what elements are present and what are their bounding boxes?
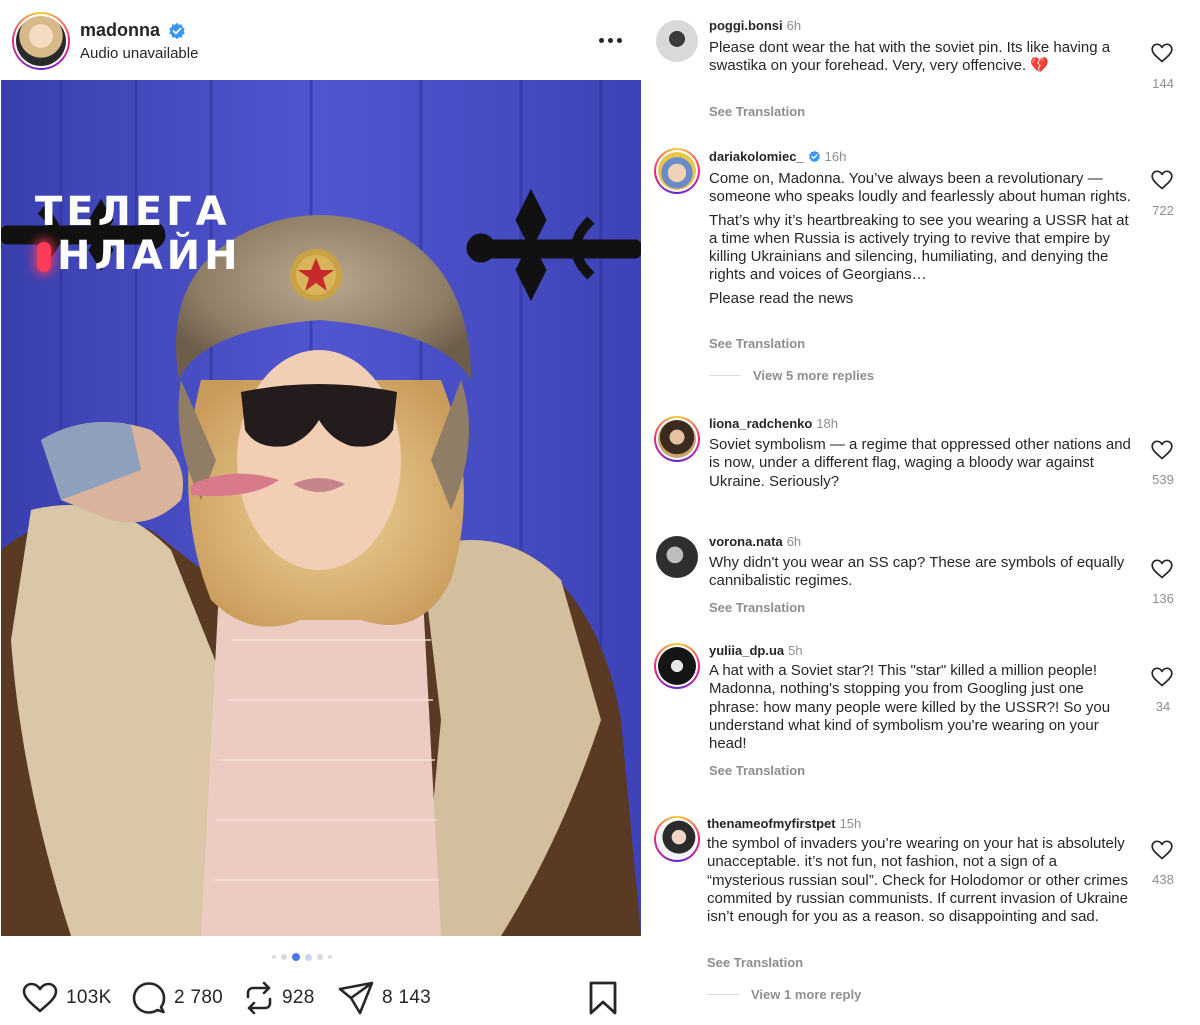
comment-text: A hat with a Soviet star?! This "star" k… [709,662,1111,753]
carousel-dot [305,953,312,961]
carousel-dot-active [292,953,300,961]
author-avatar[interactable] [12,12,70,70]
commenter-avatar[interactable] [654,643,700,689]
comment-time: 5h [788,643,803,658]
comment-time: 18h [816,416,839,431]
watermark-line-2: НЛАЙН [57,233,242,279]
post-actions: 103K 2 780 928 8 143 [20,978,630,1018]
watermark: ТЕЛЕГА НЛАЙН [35,192,238,282]
heart-icon [1151,170,1173,190]
carousel-dot [281,954,287,960]
share-count: 8 143 [382,987,432,1008]
view-replies-link[interactable]: View 1 more reply [707,986,861,1002]
post-header: madonna Audio unavailable [0,0,642,80]
comment-like-count: 539 [1152,472,1174,487]
bookmark-icon [589,981,617,1015]
carousel-dot [272,955,276,959]
comment-text: Please dont wear the hat with the soviet… [709,39,1111,75]
heart-icon [1151,667,1173,687]
heart-icon [1151,43,1173,63]
author-username[interactable]: madonna [80,20,160,41]
repost-button[interactable]: 928 [244,978,315,1018]
comment-username[interactable]: poggi.bonsi 6h [709,18,801,33]
heart-icon [1151,559,1173,579]
comment-like-count: 144 [1152,76,1174,91]
comment-like-button[interactable] [1148,43,1176,69]
carousel-indicator [272,952,332,962]
comment-username[interactable]: yuliia_dp.ua 5h [709,643,803,658]
comment-username[interactable]: liona_radchenko 18h [709,416,838,431]
comment-icon [132,982,166,1014]
commenter-avatar[interactable] [654,416,700,462]
commenter-avatar[interactable] [654,18,700,64]
comment-like-button[interactable] [1148,840,1176,866]
comment-paragraph: Come on, Madonna. You’ve always been a r… [709,170,1131,206]
comment-count: 2 780 [174,987,224,1008]
comment-text: Soviet symbolism — a regime that oppress… [709,436,1131,490]
comment-like-button[interactable] [1148,440,1176,466]
share-button[interactable]: 8 143 [338,978,431,1018]
comment-like-button[interactable] [1148,170,1176,196]
comment-text: Come on, Madonna. You’ve always been a r… [709,170,1134,308]
audio-status: Audio unavailable [80,45,199,62]
carousel-dot [328,955,332,959]
comment-time: 6h [786,534,802,549]
comment-username[interactable]: dariakolomiec_ 16h [709,149,846,164]
repost-icon [246,981,272,1015]
view-replies-link[interactable]: View 5 more replies [709,367,874,383]
comment-paragraph: That’s why it’s heartbreaking to see you… [709,211,1129,284]
comments-panel: poggi.bonsi 6h Please dont wear the hat w… [642,0,1200,1025]
comment-like-count: 438 [1152,872,1174,887]
comment-like-count: 722 [1152,203,1174,218]
like-button[interactable]: 103K [22,978,112,1018]
see-translation-link[interactable]: See Translation [709,336,805,351]
see-translation-link[interactable]: See Translation [709,600,805,615]
more-options-icon[interactable] [590,24,630,56]
heart-icon [22,982,58,1013]
comment-text: Why didn't you wear an SS cap? These are… [709,554,1125,590]
save-button[interactable] [588,978,618,1018]
see-translation-link[interactable]: See Translation [707,955,803,970]
watermark-record-icon [37,242,51,272]
comment-time: 16h [824,149,847,164]
see-translation-link[interactable]: See Translation [709,763,805,778]
comment-like-count: 34 [1155,699,1171,714]
carousel-dot [317,954,323,960]
comment-like-count: 136 [1152,591,1174,606]
comment-text: the symbol of invaders you’re wearing on… [707,835,1128,926]
comment-username[interactable]: vorona.nata 6h [709,534,801,549]
repost-count: 928 [282,987,315,1008]
commenter-avatar[interactable] [654,148,700,194]
comment-button[interactable]: 2 780 [132,978,223,1018]
post-image[interactable]: ТЕЛЕГА НЛАЙН [1,80,641,936]
verified-badge-icon [169,22,185,40]
comment-like-button[interactable] [1148,667,1176,693]
commenter-avatar[interactable] [654,534,700,580]
heart-icon [1151,840,1173,860]
comment-username[interactable]: thenameofmyfirstpet 15h [707,816,861,831]
watermark-line-1: ТЕЛЕГА [35,189,231,235]
see-translation-link[interactable]: See Translation [709,104,805,119]
post-panel: madonna Audio unavailable ТЕЛЕГА НЛАЙН 1… [0,0,642,1025]
comment-time: 15h [839,816,862,831]
like-count: 103K [66,987,112,1008]
comment-like-button[interactable] [1148,559,1176,585]
heart-icon [1151,440,1173,460]
commenter-avatar[interactable] [654,816,700,862]
comment-time: 6h [786,18,802,33]
share-icon [338,981,374,1015]
comment-paragraph: Please read the news [709,289,854,307]
verified-badge-icon [808,150,820,163]
